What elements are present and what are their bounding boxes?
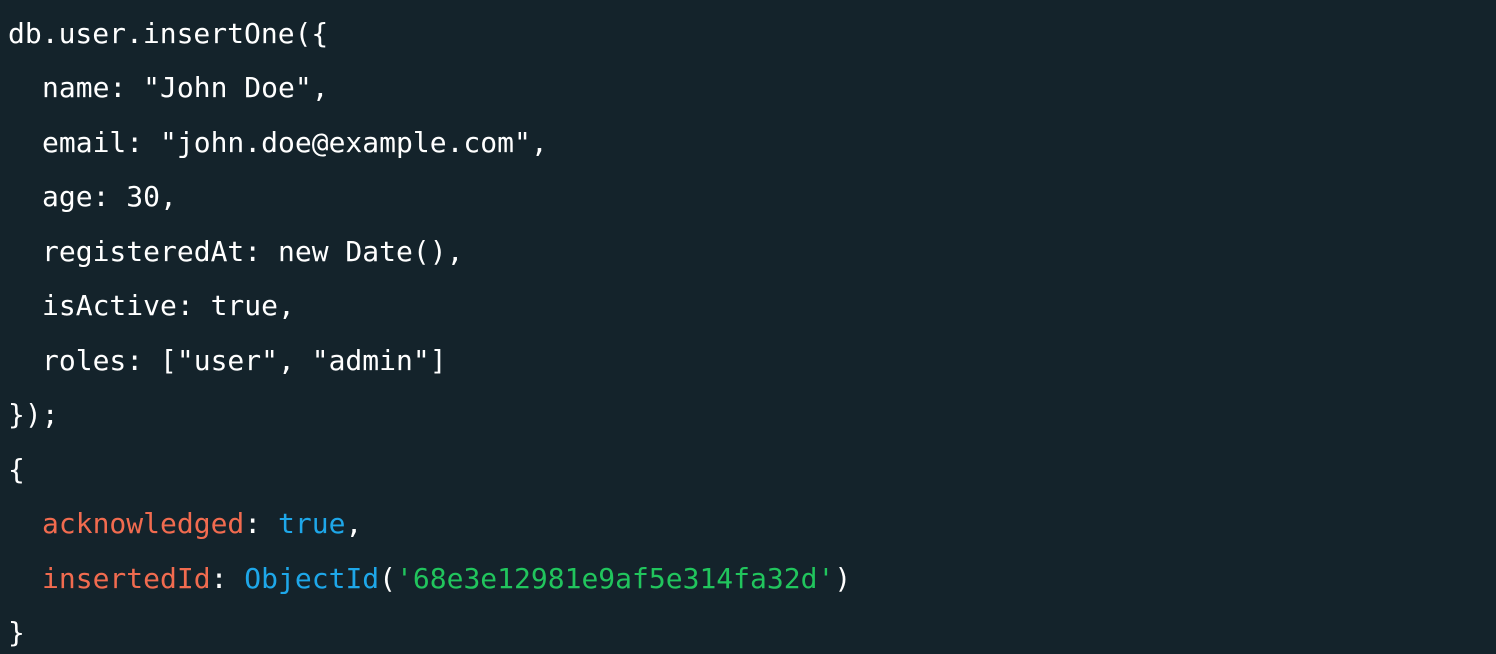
inserted-id-key: insertedId	[42, 562, 211, 595]
command-line: email: "john.doe@example.com",	[42, 126, 548, 159]
close-paren: )	[834, 562, 852, 595]
command-line: isActive: true,	[42, 289, 295, 322]
object-id-function: ObjectId	[244, 562, 380, 595]
colon: :	[244, 507, 279, 540]
command-line: roles: ["user", "admin"]	[42, 344, 447, 377]
command-line: db.user.insertOne({	[8, 17, 329, 50]
command-line: age: 30,	[42, 180, 177, 213]
command-line: registeredAt: new Date(),	[42, 235, 464, 268]
mongo-shell-output: db.user.insertOne({ name: "John Doe", em…	[0, 0, 1496, 654]
command-line: });	[8, 398, 59, 431]
acknowledged-value: true	[278, 507, 346, 540]
acknowledged-key: acknowledged	[42, 507, 245, 540]
result-inserted-id-line: insertedId: ObjectId('68e3e12981e9af5e31…	[8, 559, 851, 599]
colon: :	[210, 562, 245, 595]
object-id-value: '68e3e12981e9af5e314fa32d'	[396, 562, 835, 595]
comma: ,	[345, 507, 363, 540]
command-line: name: "John Doe",	[42, 71, 329, 104]
open-paren: (	[379, 562, 397, 595]
result-acknowledged-line: acknowledged: true,	[8, 504, 362, 544]
result-open-brace: {	[8, 453, 25, 486]
result-close-brace: }	[8, 616, 25, 649]
